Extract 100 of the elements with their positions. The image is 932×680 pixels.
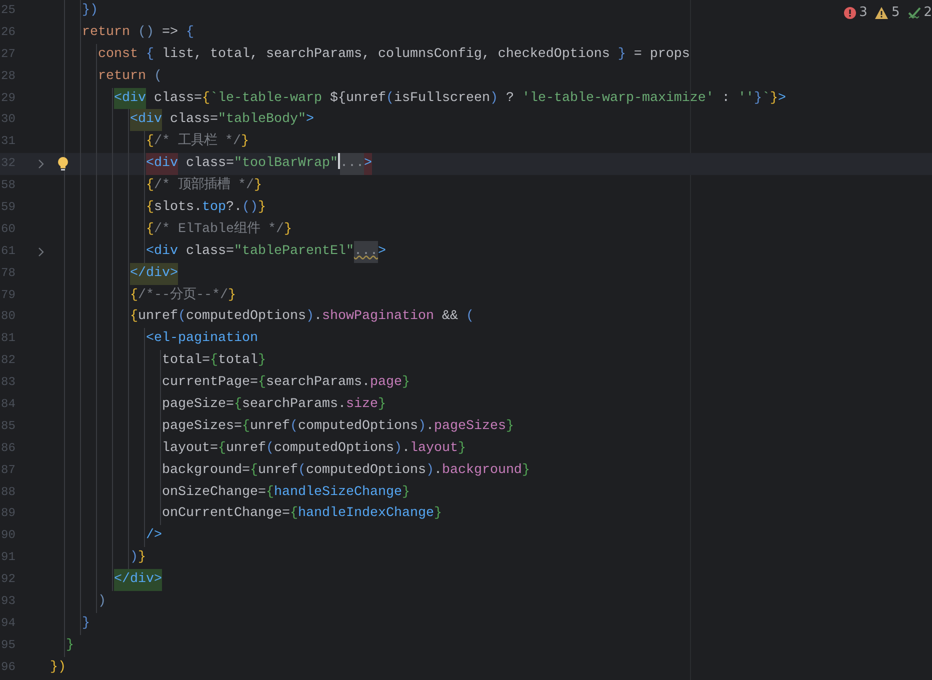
code-token: layout= xyxy=(162,440,218,458)
code-token: ) xyxy=(306,308,314,326)
code-token: } xyxy=(240,133,249,152)
code-token: . xyxy=(426,418,434,436)
code-token: unref xyxy=(138,308,178,326)
code-token: { xyxy=(146,220,154,239)
code-token: computedOptions xyxy=(186,308,306,326)
code-token: pageSizes xyxy=(434,418,506,436)
code-comment: /*--分页--*/ xyxy=(138,286,228,305)
code-token: = props xyxy=(632,46,690,64)
code-token: <div xyxy=(130,109,162,132)
code-token: { xyxy=(146,177,154,196)
code-token: page xyxy=(370,374,402,392)
code-token: handleSizeChange xyxy=(274,484,402,502)
code-token: } xyxy=(66,636,74,655)
code-token: } xyxy=(770,90,778,108)
code-token: } xyxy=(254,177,262,196)
code-token: ( xyxy=(466,308,474,326)
code-token: total= xyxy=(162,352,210,370)
code-token: { xyxy=(290,505,298,524)
code-token: class= xyxy=(184,242,234,261)
code-token: ) xyxy=(130,549,138,568)
code-token: { xyxy=(144,46,154,64)
code-token: ) xyxy=(490,90,498,108)
code-token: "tableParentEl" xyxy=(234,242,354,261)
code-token: ${unref xyxy=(330,90,386,108)
code-token: return xyxy=(98,68,146,86)
code-token: pageSize= xyxy=(162,396,234,414)
problem-count: 3 xyxy=(859,4,868,22)
code-token: size xyxy=(346,396,378,414)
code-token: pageSizes= xyxy=(162,418,242,436)
code-token: <div xyxy=(146,153,178,176)
folded-code-placeholder[interactable]: ... xyxy=(340,153,364,176)
code-token: ( xyxy=(266,440,274,458)
code-comment: /* ElTable组件 */ xyxy=(154,220,284,239)
code-token: { xyxy=(258,374,266,392)
code-token: background= xyxy=(162,462,250,480)
code-token: { xyxy=(210,352,218,370)
problem-count: 5 xyxy=(891,4,900,22)
code-token: && xyxy=(440,308,459,326)
fold-chevron-icon[interactable] xyxy=(36,246,46,257)
code-token: ` xyxy=(762,90,770,108)
code-token: } xyxy=(522,462,530,480)
code-token: => xyxy=(160,24,179,42)
code-token: <div xyxy=(114,88,146,110)
code-token: } xyxy=(258,199,266,218)
code-token: searchParams. xyxy=(266,374,370,392)
code-token: } xyxy=(228,286,236,305)
code-token: ( xyxy=(290,418,298,436)
code-token: } xyxy=(618,46,626,64)
code-token: searchParams. xyxy=(242,396,346,414)
fold-chevron-icon[interactable] xyxy=(36,159,46,170)
code-comment: /* 顶部插槽 */ xyxy=(154,176,254,196)
code-token: /> xyxy=(146,527,162,546)
code-token: { xyxy=(130,308,138,326)
code-token: () xyxy=(136,24,154,42)
lightbulb-icon[interactable] xyxy=(57,156,69,172)
code-token: ?. xyxy=(226,199,242,218)
code-token: { xyxy=(146,133,154,152)
code-token: "tableBody" xyxy=(218,111,306,130)
code-token: </div> xyxy=(114,569,162,592)
code-token: const xyxy=(98,46,138,64)
code-token: ) xyxy=(394,440,402,458)
code-token: showPagination xyxy=(322,308,434,326)
code-token: ( xyxy=(386,90,394,108)
code-token: . xyxy=(314,308,322,326)
code-token: { xyxy=(186,24,194,42)
code-token: > xyxy=(378,242,386,261)
code-token: total xyxy=(218,352,258,370)
folded-code-placeholder[interactable]: ... xyxy=(354,240,378,263)
code-token: { xyxy=(146,199,154,218)
code-token: > xyxy=(778,90,786,108)
code-token: } xyxy=(284,220,292,239)
code-token: <div xyxy=(146,242,178,261)
code-token: { xyxy=(242,418,250,436)
code-token: { xyxy=(234,396,242,414)
code-token: } xyxy=(138,549,146,568)
code-token: } xyxy=(402,484,410,502)
code-token: <el-pagination xyxy=(146,330,258,348)
code-token: layout xyxy=(410,440,458,458)
error-icon[interactable] xyxy=(844,6,856,19)
code-token: class= xyxy=(152,90,202,108)
code-token: . xyxy=(402,440,410,458)
code-token: list, total, searchParams, columnsConfig, checkedOptions xyxy=(160,46,611,64)
code-comment: /* 工具栏 */ xyxy=(154,132,241,152)
code-token: unref xyxy=(226,440,266,458)
code-token: { xyxy=(250,462,258,480)
code-token: . xyxy=(434,462,442,480)
code-token: return xyxy=(82,24,130,42)
code-token: isFullscreen xyxy=(394,90,490,108)
code-token: unref xyxy=(258,462,298,480)
warning-icon[interactable] xyxy=(875,6,888,19)
code-token: computedOptions xyxy=(298,418,418,436)
problem-count: 2 xyxy=(924,4,932,22)
code-token: ) xyxy=(98,593,106,612)
code-token: > xyxy=(306,111,314,130)
code-token: class= xyxy=(184,155,234,174)
code-token: onCurrentChange= xyxy=(162,505,290,524)
code-token: class= xyxy=(168,111,218,130)
check-icon[interactable] xyxy=(908,6,921,19)
